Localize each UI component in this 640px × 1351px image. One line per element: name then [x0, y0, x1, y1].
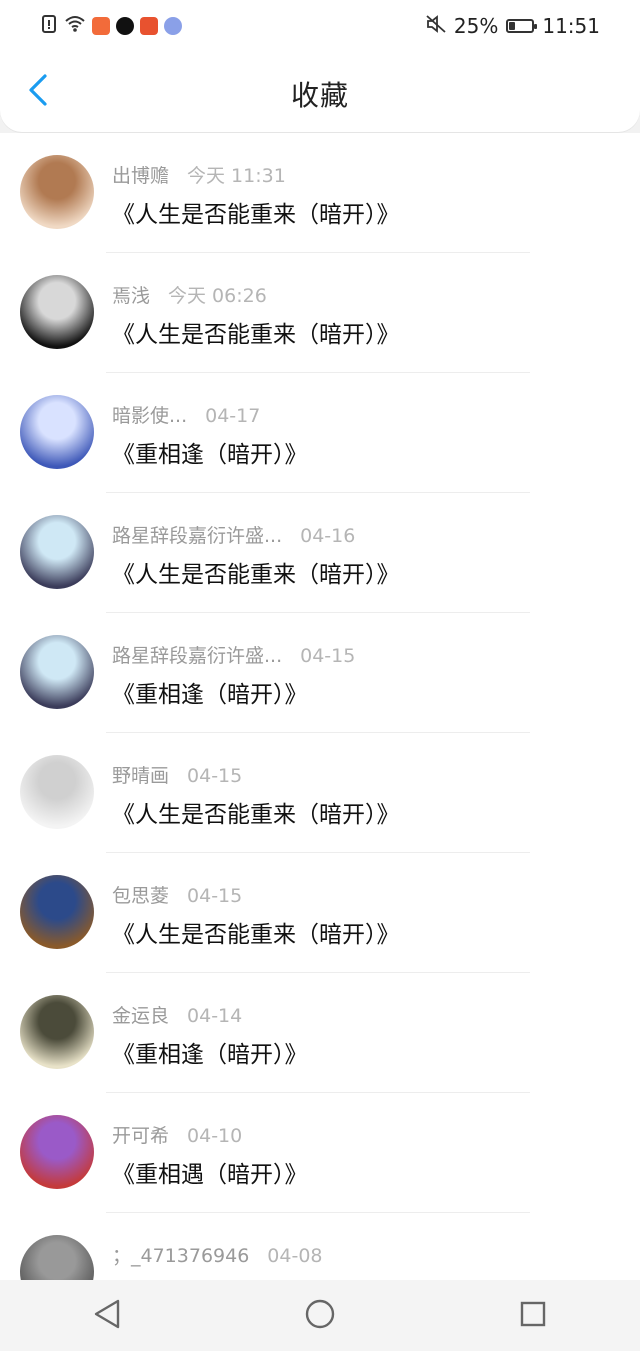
square-recents-icon: [519, 1300, 547, 1332]
user-name[interactable]: 金运良: [112, 1001, 169, 1028]
avatar[interactable]: [20, 635, 94, 709]
item-meta: 野晴画 04-15: [112, 761, 242, 788]
item-meta: 路星辞段嘉衍许盛... 04-15: [112, 641, 355, 668]
status-left-icons: [40, 14, 182, 38]
nav-home-button[interactable]: [295, 1291, 345, 1341]
sim-alert-icon: [40, 14, 58, 38]
avatar[interactable]: [20, 395, 94, 469]
item-meta: 开可希 04-10: [112, 1121, 242, 1148]
avatar[interactable]: [20, 1235, 94, 1280]
avatar[interactable]: [20, 995, 94, 1069]
timestamp: 04-10: [187, 1125, 243, 1147]
user-name[interactable]: ；_471376946: [112, 1241, 249, 1268]
app-notification-icon: [92, 17, 110, 35]
item-meta: 出博赡 今天 11:31: [112, 161, 286, 188]
timestamp: 04-15: [187, 885, 243, 907]
list-item[interactable]: 开可希 04-10 《重相遇（暗开）》: [0, 1093, 640, 1213]
triangle-back-icon: [92, 1298, 122, 1334]
battery-percent: 25%: [453, 14, 499, 38]
book-title[interactable]: 《重相遇（暗开）》: [112, 1155, 308, 1189]
clock: 11:51: [542, 14, 600, 38]
timestamp: 04-15: [300, 645, 356, 667]
book-title[interactable]: 《人生是否能重来（暗开）》: [112, 315, 400, 349]
user-name[interactable]: 包思菱: [112, 881, 169, 908]
book-title[interactable]: 《重相逢（暗开）》: [112, 675, 308, 709]
avatar[interactable]: [20, 155, 94, 229]
mute-icon: [426, 14, 446, 38]
item-meta: ；_471376946 04-08: [112, 1241, 323, 1268]
item-meta: 暗影使... 04-17: [112, 401, 260, 428]
battery-icon: [506, 19, 538, 33]
avatar[interactable]: [20, 755, 94, 829]
favorites-list[interactable]: 出博赡 今天 11:31 《人生是否能重来（暗开）》 焉浅 今天 06:26 《人生是否能…: [0, 133, 640, 1280]
avatar[interactable]: [20, 275, 94, 349]
avatar[interactable]: [20, 875, 94, 949]
list-item[interactable]: 暗影使... 04-17 《重相逢（暗开）》: [0, 373, 640, 493]
user-name[interactable]: 焉浅: [112, 281, 150, 308]
item-meta: 路星辞段嘉衍许盛... 04-16: [112, 521, 355, 548]
timestamp: 04-16: [300, 525, 356, 547]
list-item[interactable]: ；_47137694604-08《人生是否能重来（暗开）》: [0, 1213, 640, 1280]
list-item[interactable]: 野晴画 04-15 《人生是否能重来（暗开）》: [0, 733, 640, 853]
game-app-icon: [140, 17, 158, 35]
user-name[interactable]: 野晴画: [112, 761, 169, 788]
avatar[interactable]: [20, 515, 94, 589]
user-name[interactable]: 路星辞段嘉衍许盛...: [112, 641, 282, 668]
list-item[interactable]: 金运良 04-14 《重相逢（暗开）》: [0, 973, 640, 1093]
list-item[interactable]: 包思菱 04-15 《人生是否能重来（暗开）》: [0, 853, 640, 973]
timestamp: 04-17: [205, 405, 261, 427]
book-title[interactable]: 《人生是否能重来（暗开）》: [112, 555, 400, 589]
book-title[interactable]: 《人生是否能重来（暗开）》: [112, 795, 400, 829]
music-app-icon: [164, 17, 182, 35]
user-name[interactable]: 出博赡: [112, 161, 169, 188]
item-meta: 焉浅 今天 06:26: [112, 281, 267, 308]
list-item[interactable]: 路星辞段嘉衍许盛... 04-16 《人生是否能重来（暗开）》: [0, 493, 640, 613]
timestamp: 04-08: [267, 1245, 323, 1267]
nav-back-button[interactable]: [82, 1291, 132, 1341]
book-title[interactable]: 《重相逢（暗开）》: [112, 1035, 308, 1069]
book-title[interactable]: 《人生是否能重来（暗开）》: [112, 915, 400, 949]
nav-recents-button[interactable]: [508, 1291, 558, 1341]
status-bar: 25% 11:51: [0, 0, 640, 52]
user-name[interactable]: 开可希: [112, 1121, 169, 1148]
page-title: 收藏: [290, 79, 349, 112]
tiktok-icon: [116, 17, 134, 35]
wifi-icon: [64, 14, 86, 38]
status-right: 25% 11:51: [426, 14, 600, 38]
user-name[interactable]: 暗影使...: [112, 401, 187, 428]
avatar[interactable]: [20, 1115, 94, 1189]
item-meta: 包思菱 04-15: [112, 881, 242, 908]
timestamp: 04-15: [187, 765, 243, 787]
list-item[interactable]: 路星辞段嘉衍许盛... 04-15 《重相逢（暗开）》: [0, 613, 640, 733]
battery-fill: [509, 22, 516, 30]
book-title[interactable]: 《重相逢（暗开）》: [112, 435, 308, 469]
timestamp: 04-14: [187, 1005, 243, 1027]
circle-home-icon: [304, 1298, 336, 1334]
app-header: 收藏: [0, 52, 640, 132]
list-item[interactable]: 出博赡 今天 11:31 《人生是否能重来（暗开）》: [0, 133, 640, 253]
system-navigation-bar: [0, 1280, 640, 1351]
list-item[interactable]: 焉浅 今天 06:26 《人生是否能重来（暗开）》: [0, 253, 640, 373]
item-meta: 金运良 04-14: [112, 1001, 242, 1028]
user-name[interactable]: 路星辞段嘉衍许盛...: [112, 521, 282, 548]
timestamp: 今天 11:31: [187, 165, 286, 187]
timestamp: 今天 06:26: [168, 285, 267, 307]
book-title[interactable]: 《人生是否能重来（暗开）》: [112, 195, 400, 229]
